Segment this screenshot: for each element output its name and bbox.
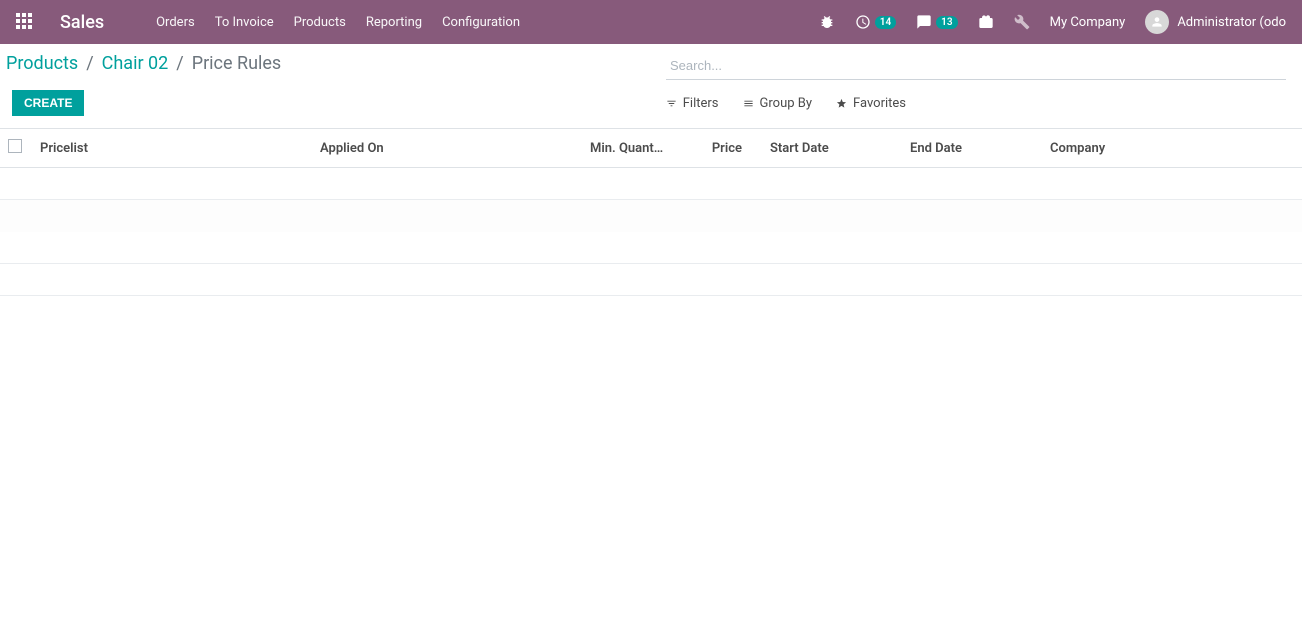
- filters-button[interactable]: Filters: [666, 96, 719, 111]
- messages-badge: 13: [936, 16, 957, 29]
- select-all-checkbox[interactable]: [8, 139, 22, 153]
- control-panel-bottom: CREATE Filters Group By Favorites: [6, 80, 1286, 128]
- table-row: [0, 168, 1302, 200]
- nav-item-toinvoice[interactable]: To Invoice: [215, 15, 274, 30]
- list-view: Pricelist Applied On Min. Quant… Price S…: [0, 129, 1302, 296]
- user-name: Administrator (odo: [1177, 15, 1286, 30]
- search-input[interactable]: [666, 52, 1286, 80]
- navbar-right: 14 13 My Company Administrator (odo: [819, 10, 1286, 34]
- tools-icon[interactable]: [1014, 14, 1030, 30]
- groupby-button[interactable]: Group By: [743, 96, 813, 111]
- user-menu[interactable]: Administrator (odo: [1145, 10, 1286, 34]
- nav-item-products[interactable]: Products: [294, 15, 346, 30]
- col-checkbox: [0, 129, 32, 168]
- groupby-label: Group By: [760, 96, 813, 111]
- breadcrumb-separator: /: [86, 53, 93, 74]
- navbar: Sales Orders To Invoice Products Reporti…: [0, 0, 1302, 44]
- app-brand[interactable]: Sales: [60, 12, 104, 33]
- avatar: [1145, 10, 1169, 34]
- search-options: Filters Group By Favorites: [666, 96, 1286, 111]
- breadcrumb-products[interactable]: Products: [6, 53, 78, 74]
- filter-icon: [666, 98, 677, 109]
- search-container: [666, 52, 1286, 80]
- apps-icon[interactable]: [16, 13, 34, 31]
- table-row: [0, 264, 1302, 296]
- price-rules-table: Pricelist Applied On Min. Quant… Price S…: [0, 129, 1302, 296]
- nav-item-configuration[interactable]: Configuration: [442, 15, 520, 30]
- breadcrumb-product[interactable]: Chair 02: [102, 53, 169, 74]
- control-panel-top: Products / Chair 02 / Price Rules: [6, 52, 1286, 80]
- control-panel: Products / Chair 02 / Price Rules CREATE…: [0, 44, 1302, 129]
- col-company[interactable]: Company: [1042, 129, 1302, 168]
- filters-label: Filters: [683, 96, 719, 111]
- breadcrumb: Products / Chair 02 / Price Rules: [6, 53, 281, 80]
- col-price[interactable]: Price: [692, 129, 762, 168]
- col-minquant[interactable]: Min. Quant…: [582, 129, 692, 168]
- table-row: [0, 200, 1302, 232]
- bug-icon[interactable]: [819, 14, 835, 30]
- create-button[interactable]: CREATE: [12, 90, 84, 116]
- star-icon: [836, 98, 847, 109]
- nav-menu: Orders To Invoice Products Reporting Con…: [156, 15, 520, 30]
- favorites-button[interactable]: Favorites: [836, 96, 906, 111]
- company-selector[interactable]: My Company: [1050, 15, 1126, 30]
- nav-item-reporting[interactable]: Reporting: [366, 15, 422, 30]
- activities-badge: 14: [875, 16, 896, 29]
- navbar-left: Sales Orders To Invoice Products Reporti…: [16, 12, 520, 33]
- activities-icon[interactable]: 14: [855, 14, 896, 30]
- list-icon: [743, 98, 754, 109]
- gift-icon[interactable]: [978, 14, 994, 30]
- col-enddate[interactable]: End Date: [902, 129, 1042, 168]
- col-startdate[interactable]: Start Date: [762, 129, 902, 168]
- breadcrumb-separator: /: [176, 53, 183, 74]
- messages-icon[interactable]: 13: [916, 14, 957, 30]
- table-row: [0, 232, 1302, 264]
- col-pricelist[interactable]: Pricelist: [32, 129, 312, 168]
- breadcrumb-current: Price Rules: [192, 53, 282, 74]
- col-appliedon[interactable]: Applied On: [312, 129, 582, 168]
- favorites-label: Favorites: [853, 96, 906, 111]
- nav-item-orders[interactable]: Orders: [156, 15, 195, 30]
